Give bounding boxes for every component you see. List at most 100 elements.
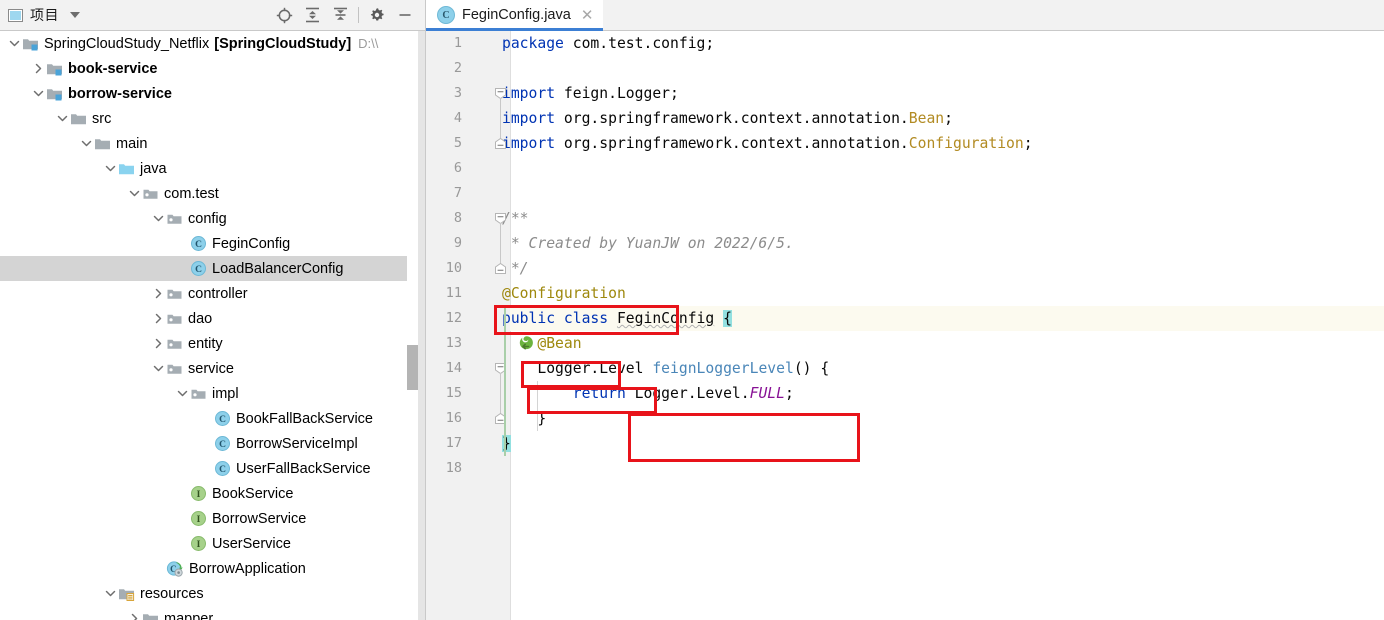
package-icon [166,311,183,327]
tree-item-config[interactable]: config [0,206,425,231]
java-class-icon: C [190,235,207,252]
tree-item-resources[interactable]: resources [0,581,425,606]
code-token: Logger.Level [502,360,653,377]
fold-region-end-icon[interactable] [494,262,507,275]
editor-area: C FeginConfig.java ✕ 1 package com.test.c… [426,0,1384,620]
chevron-down-icon[interactable] [174,381,190,406]
tree-item-label: impl [212,385,239,402]
collapse-all-icon[interactable] [326,2,354,28]
tree-item-label: resources [140,585,204,602]
tree-item-springcloudstudy-netflix[interactable]: SpringCloudStudy_Netflix [SpringCloudStud… [0,31,425,56]
chevron-down-icon[interactable] [6,31,22,56]
tree-item-borrowapplication[interactable]: C BorrowApplication [0,556,425,581]
expand-all-icon[interactable] [298,2,326,28]
panel-scrollbar-gutter [418,31,425,620]
minimize-icon[interactable] [391,2,419,28]
tree-item-main[interactable]: main [0,131,425,156]
project-panel-title-group[interactable]: 项目 [8,5,80,25]
code-line-14: 14 Logger.Level feignLoggerLevel() { [426,356,1384,381]
chevron-down-icon[interactable] [54,106,70,131]
code-token: FeginConfig [616,310,715,327]
tree-item-borrowserviceimpl[interactable]: C BorrowServiceImpl [0,431,425,456]
tree-item-label: UserService [212,535,291,552]
chevron-down-icon[interactable] [150,206,166,231]
project-tree[interactable]: SpringCloudStudy_Netflix [SpringCloudStud… [0,31,425,620]
tree-item-book-service[interactable]: book-service [0,56,425,81]
tree-item-label: mapper [164,610,214,620]
tree-item-src[interactable]: src [0,106,425,131]
tree-item-com-test[interactable]: com.test [0,181,425,206]
package-icon [166,211,183,227]
tab-title: FeginConfig.java [462,7,571,23]
code-line-7: 7 [426,181,1384,206]
svg-text:I: I [197,490,201,500]
code-token: import [502,135,564,152]
tab-feginconfig-java[interactable]: C FeginConfig.java ✕ [426,0,604,31]
tree-item-borrow-service[interactable]: borrow-service [0,81,425,106]
code-line-text: import org.springframework.context.annot… [502,106,953,131]
chevron-right-icon[interactable] [150,281,166,306]
chevron-down-icon[interactable] [126,181,142,206]
tree-item-label: dao [188,310,213,327]
tree-item-userservice[interactable]: I UserService [0,531,425,556]
code-line-text: import feign.Logger; [502,81,679,106]
class-scope-bar [504,306,506,456]
tree-item-label: book-service [68,60,158,77]
package-icon [166,286,183,302]
tree-item-borrowservice[interactable]: I BorrowService [0,506,425,531]
chevron-down-icon[interactable] [78,131,94,156]
project-window-icon [8,8,23,22]
code-token: () { [793,360,830,377]
fold-region-end-icon[interactable] [494,137,507,150]
gear-icon[interactable] [363,2,391,28]
project-scrollbar-track[interactable] [407,31,418,620]
chevron-right-icon[interactable] [126,606,142,620]
tree-item-feginconfig[interactable]: C FeginConfig [0,231,425,256]
close-icon[interactable]: ✕ [578,6,594,24]
code-token: com.test.config; [572,35,715,52]
tree-item-label: controller [188,285,248,302]
chevron-right-icon[interactable] [30,56,46,81]
tree-item-entity[interactable]: entity [0,331,425,356]
chevron-right-icon[interactable] [150,331,166,356]
tree-item-label: java [140,160,167,177]
code-token: ; [784,385,794,402]
code-token: feign.Logger; [563,85,679,102]
tree-item-module-name: [SpringCloudStudy] [214,35,352,52]
svg-text:C: C [219,465,226,475]
locate-in-tree-icon[interactable] [270,2,298,28]
tree-item-label: BorrowApplication [189,560,306,577]
tree-item-userfallbackservice[interactable]: C UserFallBackService [0,456,425,481]
tree-item-controller[interactable]: controller [0,281,425,306]
project-tool-window: 项目 SpringCloudStudy_Netflix [SpringCloud… [0,0,426,620]
package-icon [166,336,183,352]
chevron-right-icon[interactable] [150,306,166,331]
code-token: @Configuration [502,285,626,302]
tree-item-impl[interactable]: impl [0,381,425,406]
tree-item-bookfallbackservice[interactable]: C BookFallBackService [0,406,425,431]
chevron-down-icon[interactable] [30,81,46,106]
tree-item-service[interactable]: service [0,356,425,381]
chevron-down-icon[interactable] [70,12,80,18]
tree-item-dao[interactable]: dao [0,306,425,331]
project-scrollbar-thumb[interactable] [407,345,418,390]
code-line-12: 12 public class FeginConfig { [426,306,1384,331]
chevron-down-icon[interactable] [150,356,166,381]
chevron-down-icon[interactable] [102,581,118,606]
tree-item-loadbalancerconfig[interactable]: C LoadBalancerConfig [0,256,425,281]
line-number: 3 [453,85,462,101]
code-line-4: 4 import org.springframework.context.anno… [426,106,1384,131]
line-number: 16 [445,410,462,426]
chevron-down-icon[interactable] [102,156,118,181]
tree-item-bookservice[interactable]: I BookService [0,481,425,506]
code-line-16: 16 } [426,406,1384,431]
tree-item-mapper[interactable]: mapper [0,606,425,620]
module-folder-icon [46,86,63,102]
tree-item-java[interactable]: java [0,156,425,181]
folder-gray-icon [70,111,87,127]
code-editor[interactable]: 1 package com.test.config; 2 3 import feign.… [426,31,1384,620]
